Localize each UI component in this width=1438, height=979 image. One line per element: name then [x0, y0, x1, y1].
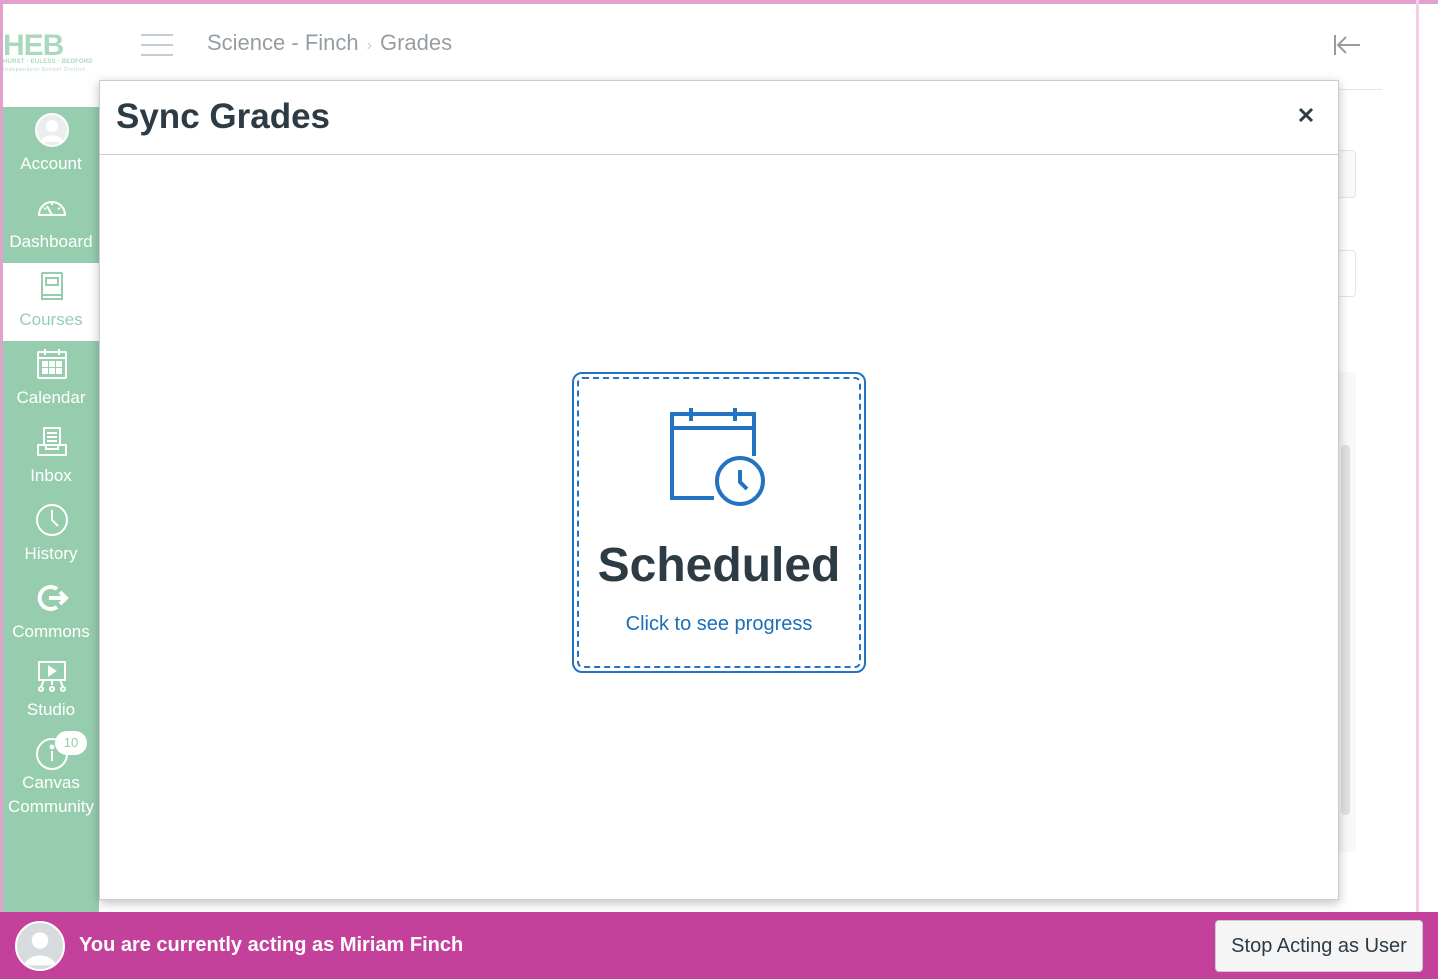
close-icon[interactable]: [1292, 101, 1320, 129]
dialog-header: Sync Grades: [100, 81, 1338, 155]
sync-status-title: Scheduled: [597, 539, 841, 592]
calendar-clock-icon: [670, 408, 765, 506]
see-progress-link[interactable]: Click to see progress: [574, 611, 864, 637]
stop-acting-as-user-button[interactable]: Stop Acting as User: [1215, 920, 1423, 972]
masquerade-message: You are currently acting as Miriam Finch: [79, 934, 464, 956]
dialog-title: Sync Grades: [116, 97, 330, 136]
sync-grades-dialog: Sync Grades Scheduled Click to see progr…: [99, 80, 1339, 900]
masquerade-bar: You are currently acting as Miriam Finch…: [0, 912, 1438, 979]
sync-status-card[interactable]: Scheduled Click to see progress: [572, 372, 866, 673]
user-avatar-icon: [15, 921, 65, 971]
